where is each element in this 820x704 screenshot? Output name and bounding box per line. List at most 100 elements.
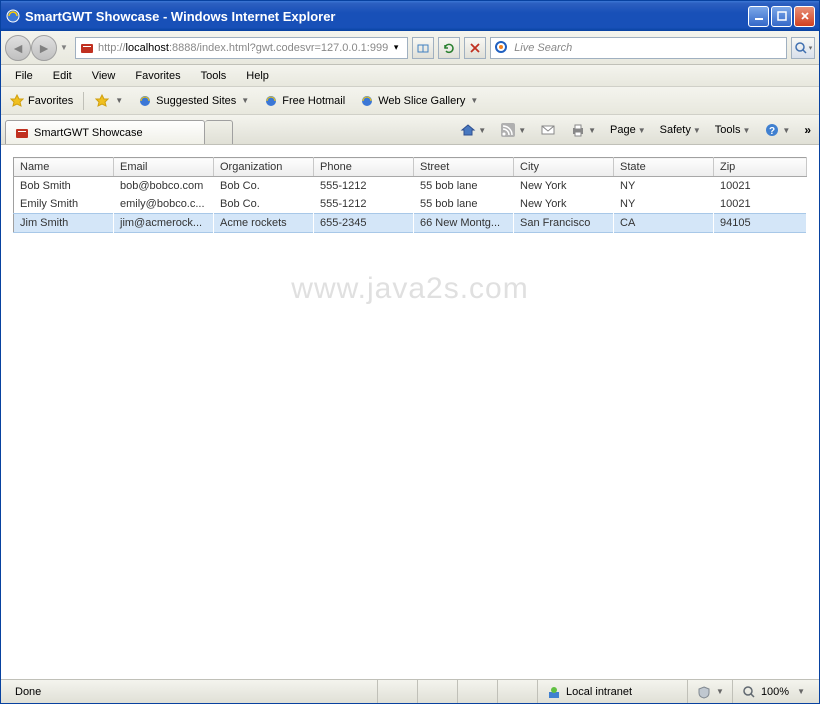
- cell-city: San Francisco: [514, 214, 614, 233]
- home-button[interactable]: ▼: [456, 120, 490, 140]
- status-pane: [457, 680, 497, 703]
- cell-email: emily@bobco.c...: [114, 195, 214, 214]
- minimize-button[interactable]: [748, 6, 769, 27]
- cell-name: Jim Smith: [14, 214, 114, 233]
- menu-file[interactable]: File: [5, 68, 43, 84]
- star-add-icon: [94, 93, 110, 109]
- cell-email: bob@bobco.com: [114, 177, 214, 196]
- col-phone[interactable]: Phone: [314, 158, 414, 177]
- tools-menu[interactable]: Tools▼: [711, 122, 755, 138]
- cell-zip: 94105: [714, 214, 807, 233]
- ie-page-icon: [263, 93, 279, 109]
- search-button[interactable]: ▾: [791, 37, 815, 59]
- col-zip[interactable]: Zip: [714, 158, 807, 177]
- cell-street: 55 bob lane: [414, 195, 514, 214]
- col-city[interactable]: City: [514, 158, 614, 177]
- cell-street: 55 bob lane: [414, 177, 514, 196]
- status-zone[interactable]: Local intranet: [537, 680, 687, 703]
- compat-button[interactable]: [412, 37, 434, 59]
- search-bar[interactable]: Live Search: [490, 37, 787, 59]
- zone-icon: [546, 684, 562, 700]
- menubar: File Edit View Favorites Tools Help: [1, 65, 819, 87]
- browser-window: SmartGWT Showcase - Windows Internet Exp…: [0, 0, 820, 704]
- cell-street: 66 New Montg...: [414, 214, 514, 233]
- page-menu[interactable]: Page▼: [606, 122, 650, 138]
- col-name[interactable]: Name: [14, 158, 114, 177]
- svg-text:?: ?: [769, 126, 775, 137]
- refresh-button[interactable]: [438, 37, 460, 59]
- web-slice-button[interactable]: Web Slice Gallery ▼: [355, 91, 482, 111]
- cell-organization: Bob Co.: [214, 195, 314, 214]
- cell-phone: 555-1212: [314, 177, 414, 196]
- table-row[interactable]: Emily Smithemily@bobco.c...Bob Co.555-12…: [14, 195, 807, 214]
- star-icon: [9, 93, 25, 109]
- status-pane: [377, 680, 417, 703]
- col-email[interactable]: Email: [114, 158, 214, 177]
- protected-mode[interactable]: ▼: [687, 680, 732, 703]
- cell-state: CA: [614, 214, 714, 233]
- site-icon: [79, 40, 95, 56]
- table-row[interactable]: Bob Smithbob@bobco.comBob Co.555-121255 …: [14, 177, 807, 196]
- tab-active[interactable]: SmartGWT Showcase: [5, 120, 205, 144]
- tab-bar: SmartGWT Showcase ▼ ▼ ▼ Page▼ Safety▼ To…: [1, 115, 819, 145]
- rss-icon: [500, 122, 516, 138]
- url-text: http://localhost:8888/index.html?gwt.cod…: [98, 42, 388, 54]
- cell-phone: 655-2345: [314, 214, 414, 233]
- url-dropdown[interactable]: ▾: [388, 42, 404, 53]
- cell-name: Bob Smith: [14, 177, 114, 196]
- titlebar: SmartGWT Showcase - Windows Internet Exp…: [1, 1, 819, 31]
- nav-history-dropdown[interactable]: ▼: [57, 43, 71, 52]
- home-icon: [460, 122, 476, 138]
- status-pane: [497, 680, 537, 703]
- window-controls: [748, 6, 815, 27]
- close-button[interactable]: [794, 6, 815, 27]
- mail-button[interactable]: [536, 120, 560, 140]
- help-button[interactable]: ?▼: [760, 120, 794, 140]
- data-grid[interactable]: Name Email Organization Phone Street Cit…: [13, 157, 807, 233]
- add-favorite-button[interactable]: ▼: [90, 91, 127, 111]
- header-row: Name Email Organization Phone Street Cit…: [14, 158, 807, 177]
- cell-email: jim@acmerock...: [114, 214, 214, 233]
- print-button[interactable]: ▼: [566, 120, 600, 140]
- window-title: SmartGWT Showcase - Windows Internet Exp…: [25, 9, 748, 24]
- cell-phone: 555-1212: [314, 195, 414, 214]
- separator: [83, 92, 84, 110]
- stop-button[interactable]: [464, 37, 486, 59]
- zoom-icon: [741, 684, 757, 700]
- tab-label: SmartGWT Showcase: [34, 127, 143, 139]
- page-content: www.java2s.com Name Email Organization P…: [1, 145, 819, 679]
- cell-organization: Bob Co.: [214, 177, 314, 196]
- status-text: Done: [7, 680, 377, 703]
- bing-icon: [494, 40, 510, 56]
- menu-favorites[interactable]: Favorites: [125, 68, 190, 84]
- menu-help[interactable]: Help: [236, 68, 279, 84]
- nav-arrows: ◄ ► ▼: [5, 35, 71, 61]
- col-state[interactable]: State: [614, 158, 714, 177]
- menu-tools[interactable]: Tools: [191, 68, 237, 84]
- table-row[interactable]: Jim Smithjim@acmerock...Acme rockets655-…: [14, 214, 807, 233]
- suggested-sites-button[interactable]: Suggested Sites ▼: [133, 91, 253, 111]
- free-hotmail-button[interactable]: Free Hotmail: [259, 91, 349, 111]
- forward-button[interactable]: ►: [31, 35, 57, 61]
- back-button[interactable]: ◄: [5, 35, 31, 61]
- feeds-button[interactable]: ▼: [496, 120, 530, 140]
- cell-state: NY: [614, 195, 714, 214]
- maximize-button[interactable]: [771, 6, 792, 27]
- menu-edit[interactable]: Edit: [43, 68, 82, 84]
- favorites-button[interactable]: Favorites: [5, 91, 77, 111]
- menu-view[interactable]: View: [82, 68, 126, 84]
- safety-menu[interactable]: Safety▼: [656, 122, 705, 138]
- mail-icon: [540, 122, 556, 138]
- col-organization[interactable]: Organization: [214, 158, 314, 177]
- zoom-control[interactable]: 100% ▼: [732, 680, 813, 703]
- printer-icon: [570, 122, 586, 138]
- address-bar[interactable]: http://localhost:8888/index.html?gwt.cod…: [75, 37, 408, 59]
- statusbar: Done Local intranet ▼ 100% ▼: [1, 679, 819, 703]
- col-street[interactable]: Street: [414, 158, 514, 177]
- status-pane: [417, 680, 457, 703]
- ie-icon: [5, 8, 21, 24]
- ie-page-icon: [137, 93, 153, 109]
- cell-city: New York: [514, 195, 614, 214]
- overflow-button[interactable]: »: [800, 123, 815, 137]
- new-tab-button[interactable]: [205, 120, 233, 144]
